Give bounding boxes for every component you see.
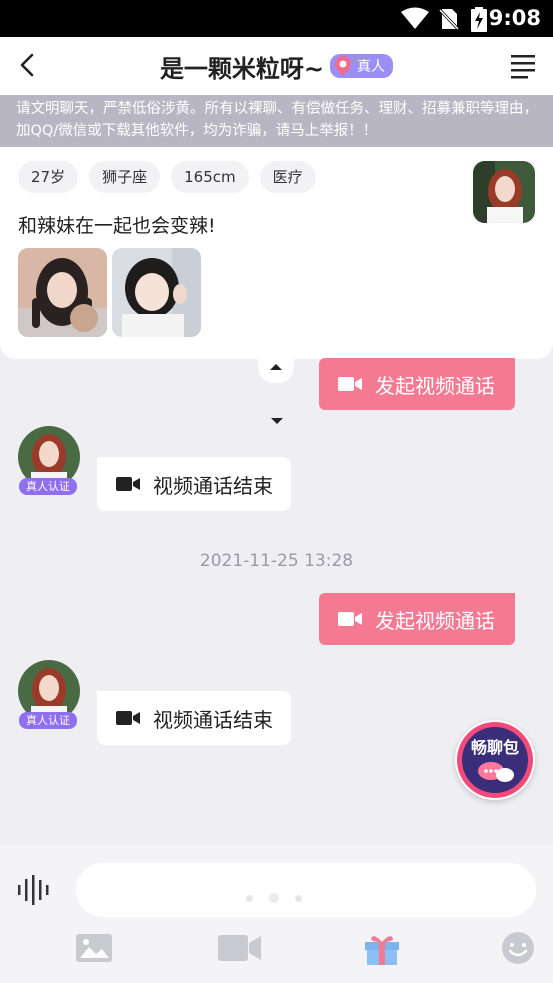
expand-arrow-icon[interactable] xyxy=(268,415,286,427)
real-pin-icon xyxy=(335,56,352,76)
message-in-1[interactable]: 视频通话结束 xyxy=(97,457,291,511)
page-dot-active xyxy=(269,893,279,903)
page-dot xyxy=(246,894,253,902)
video-camera-icon xyxy=(116,711,140,725)
message-out-1[interactable]: 发起视频通话 xyxy=(319,358,515,410)
voice-wave-icon[interactable] xyxy=(16,872,54,908)
title-wrap: 是一颗米粒呀~ 真人 xyxy=(0,37,553,95)
message-input[interactable] xyxy=(76,863,536,917)
real-badge-label: 真人 xyxy=(357,59,386,75)
profile-photo-1[interactable] xyxy=(18,248,107,337)
video-icon[interactable] xyxy=(217,930,263,966)
page-dot xyxy=(295,894,302,902)
chat-header: 是一颗米粒呀~ 真人 xyxy=(0,37,553,95)
video-camera-icon xyxy=(116,477,140,491)
message-in-2[interactable]: 视频通话结束 xyxy=(97,691,291,745)
profile-tags: 27岁 狮子座 165cm 医疗 xyxy=(18,161,327,193)
profile-avatar[interactable] xyxy=(473,161,535,223)
tag-age: 27岁 xyxy=(18,161,79,193)
message-text: 视频通话结束 xyxy=(153,473,273,498)
message-text: 视频通话结束 xyxy=(153,707,273,732)
battery-icon xyxy=(471,7,487,32)
wifi-icon xyxy=(401,7,429,29)
profile-photo-2[interactable] xyxy=(112,248,201,337)
chat-package-label: 畅聊包 xyxy=(471,738,519,757)
page-title: 是一颗米粒呀~ xyxy=(159,54,325,83)
card-collapse-toggle[interactable] xyxy=(258,353,294,383)
message-text: 发起视频通话 xyxy=(375,373,495,398)
no-sim-icon xyxy=(438,8,460,31)
gift-icon[interactable] xyxy=(362,930,402,966)
emoji-icon[interactable] xyxy=(500,930,536,966)
verified-badge: 真人认证 xyxy=(19,478,77,495)
profile-bio: 和辣妹在一起也会变辣! xyxy=(18,215,216,237)
back-arrow-icon[interactable] xyxy=(10,45,50,85)
image-icon[interactable] xyxy=(74,930,114,966)
tag-height: 165cm xyxy=(171,161,249,193)
video-camera-icon xyxy=(338,377,362,391)
safety-notice: 请文明聊天，严禁低俗涉黄。所有以裸聊、有偿做任务、理财、招募兼职等理由，加QQ/… xyxy=(0,95,553,147)
chat-package-button[interactable]: 畅聊包 xyxy=(455,720,535,800)
profile-card: 27岁 狮子座 165cm 医疗 和辣妹在一起也会变辣! xyxy=(0,147,553,359)
message-timestamp: 2021-11-25 13:28 xyxy=(199,551,354,571)
verified-badge: 真人认证 xyxy=(19,712,77,729)
message-out-2[interactable]: 发起视频通话 xyxy=(319,593,515,645)
tag-profession: 医疗 xyxy=(259,161,316,193)
status-time: 9:08 xyxy=(488,6,541,30)
video-camera-icon xyxy=(338,612,362,626)
page-indicator xyxy=(246,893,318,903)
tag-zodiac: 狮子座 xyxy=(89,161,161,193)
message-text: 发起视频通话 xyxy=(375,608,495,633)
status-bar: 9:08 xyxy=(0,0,553,37)
menu-icon[interactable] xyxy=(509,51,537,79)
real-person-badge: 真人 xyxy=(330,54,394,78)
